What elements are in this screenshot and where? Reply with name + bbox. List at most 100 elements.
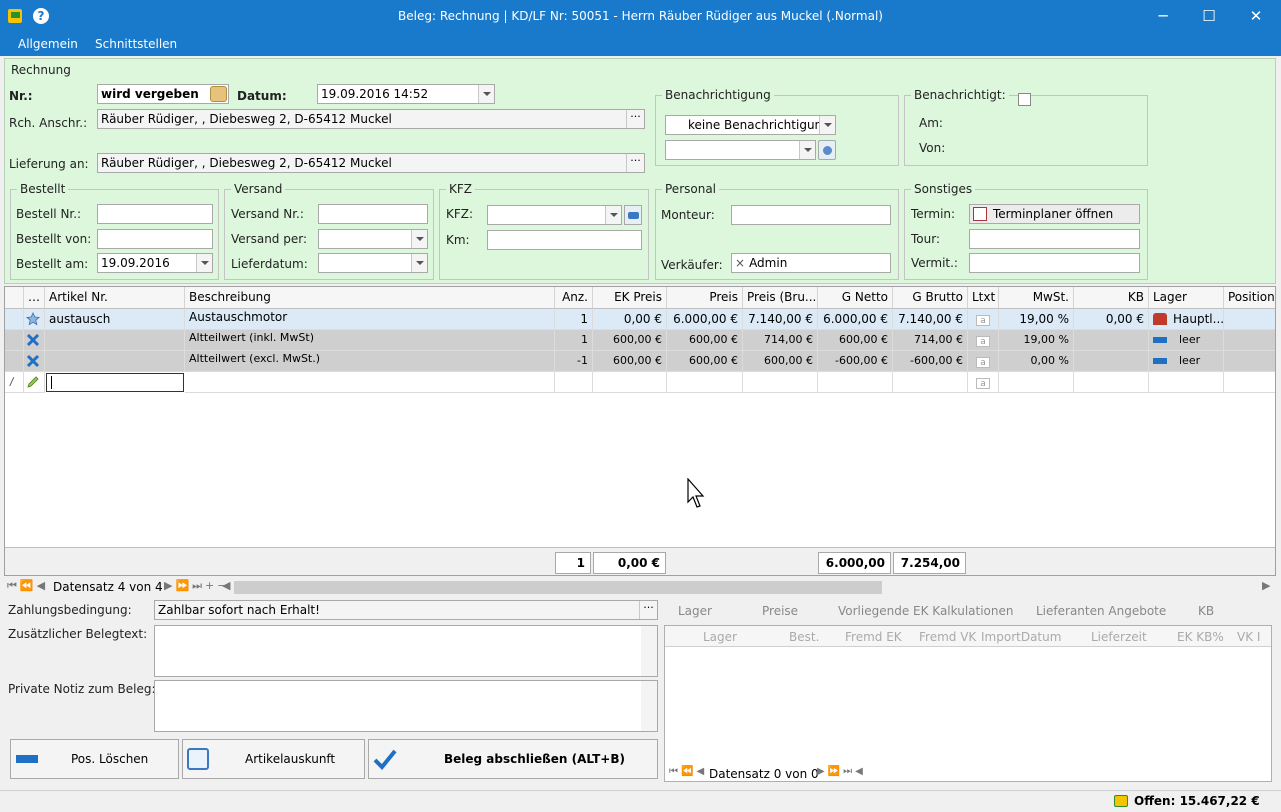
bestellt-am-input[interactable]: 19.09.2016 [97,253,213,273]
new-artikel-input[interactable] [46,373,184,392]
cell-anz[interactable]: 1 [555,330,593,351]
col-header-anz[interactable]: Anz. [555,287,593,309]
km-input[interactable] [487,230,642,250]
positions-grid[interactable]: … Artikel Nr. Beschreibung Anz. EK Preis… [4,286,1276,576]
side-grid[interactable]: Lager Best. Fremd EK Fremd VK ImportDatu… [664,625,1272,782]
ltxt-icon[interactable]: a [968,330,999,351]
cell-position[interactable] [1224,351,1275,372]
menu-schnittstellen[interactable]: Schnittstellen [95,37,177,51]
versand-per-select[interactable] [318,229,428,249]
versand-nr-input[interactable] [318,204,428,224]
bestell-nr-input[interactable] [97,204,213,224]
artikelauskunft-button[interactable]: Artikelauskunft [182,739,365,779]
cell-mwst[interactable]: 19,00 % [999,330,1074,351]
ltxt-icon[interactable]: a [968,351,999,372]
cell-ek-preis[interactable]: 0,00 € [593,309,667,330]
side-col-vk[interactable]: VK I [1237,630,1260,644]
cell-position[interactable] [1224,309,1275,330]
cell-beschreibung[interactable]: Altteilwert (inkl. MwSt) [185,330,555,351]
col-header-g-netto[interactable]: G Netto [818,287,893,309]
horizontal-scrollbar-thumb[interactable] [234,581,882,594]
cell-g-netto[interactable]: -600,00 € [818,351,893,372]
nav-first-prev-icons[interactable]: ⏮⏪◀ [7,579,48,593]
cell-preis-brutto[interactable]: 600,00 € [743,351,818,372]
side-col-ek-kb[interactable]: EK KB% [1177,630,1224,644]
chevron-down-icon[interactable] [411,254,427,272]
cell-lager[interactable]: Hauptl... [1149,309,1224,330]
cell-anz[interactable]: -1 [555,351,593,372]
ellipsis-button[interactable]: ··· [639,601,657,619]
tab-lager[interactable]: Lager [678,604,712,618]
side-col-fremd-vk[interactable]: Fremd VK [919,630,976,644]
cell-g-netto[interactable]: 600,00 € [818,330,893,351]
col-header-ltxt[interactable]: Ltxt [968,287,999,309]
cell-anz[interactable]: 1 [555,309,593,330]
cell-g-netto[interactable]: 6.000,00 € [818,309,893,330]
pos-loeschen-button[interactable]: Pos. Löschen [10,739,179,779]
scroll-left-icon[interactable]: ◀ [222,579,230,592]
benachrichtigt-checkbox[interactable] [1018,93,1031,106]
kfz-select[interactable] [487,205,622,225]
zusatz-textarea[interactable] [154,625,658,677]
cell-ek-preis[interactable]: 600,00 € [593,351,667,372]
cell-kb[interactable] [1074,330,1149,351]
terminplaner-button[interactable]: Terminplaner öffnen [969,204,1140,224]
vertical-scrollbar[interactable] [641,681,657,731]
side-col-importdatum[interactable]: ImportDatum [981,630,1061,644]
col-header-kb[interactable]: KB [1074,287,1149,309]
new-cell-ek[interactable] [593,372,667,393]
chevron-down-icon[interactable] [478,85,494,103]
col-header-preis[interactable]: Preis [667,287,743,309]
cell-lager[interactable]: leer [1149,351,1224,372]
verkaeufer-input[interactable]: × Admin [731,253,891,273]
minimize-button[interactable]: ─ [1140,0,1186,33]
side-nav-next-last-icons[interactable]: ▶⏩⏭◀ [817,766,866,777]
ellipsis-button[interactable]: ··· [626,110,644,128]
cell-beschreibung[interactable]: Austauschmotor [185,309,555,330]
cell-position[interactable] [1224,330,1275,351]
col-header-ek-preis[interactable]: EK Preis [593,287,667,309]
cell-preis[interactable]: 6.000,00 € [667,309,743,330]
cell-kb[interactable]: 0,00 € [1074,309,1149,330]
cell-mwst[interactable]: 19,00 % [999,309,1074,330]
tab-preise[interactable]: Preise [762,604,798,618]
col-header-preis-brutto[interactable]: Preis (Bru... [743,287,818,309]
nav-next-last-icons[interactable]: ▶⏩⏭+− [164,579,230,593]
new-cell-lager[interactable] [1149,372,1224,393]
side-col-lieferzeit[interactable]: Lieferzeit [1091,630,1147,644]
col-header-more[interactable]: … [24,287,45,309]
rch-anschr-input[interactable]: Räuber Rüdiger, , Diebesweg 2, D-65412 M… [97,109,645,129]
chevron-down-icon[interactable] [196,254,212,272]
new-cell-kb[interactable] [1074,372,1149,393]
vermit-input[interactable] [969,253,1140,273]
cell-kb[interactable] [1074,351,1149,372]
col-header-g-brutto[interactable]: G Brutto [893,287,968,309]
new-cell-gnetto[interactable] [818,372,893,393]
cell-g-brutto[interactable]: 7.140,00 € [893,309,968,330]
cell-artikel-nr[interactable] [45,351,185,372]
notiz-textarea[interactable] [154,680,658,732]
tab-kb[interactable]: KB [1198,604,1214,618]
col-header-mwst[interactable]: MwSt. [999,287,1074,309]
cell-lager[interactable]: leer [1149,330,1224,351]
side-col-fremd-ek[interactable]: Fremd EK [845,630,902,644]
maximize-button[interactable]: ☐ [1186,0,1232,33]
benachrichtigung-select[interactable]: keine Benachrichtigung [665,115,836,135]
new-cell-brutto[interactable] [743,372,818,393]
lieferdatum-input[interactable] [318,253,428,273]
bestellt-von-input[interactable] [97,229,213,249]
cell-ek-preis[interactable]: 600,00 € [593,330,667,351]
new-cell-beschreibung[interactable] [185,372,555,393]
new-cell-anz[interactable] [555,372,593,393]
scroll-right-icon[interactable]: ▶ [1262,579,1270,592]
cell-g-brutto[interactable]: 714,00 € [893,330,968,351]
cell-g-brutto[interactable]: -600,00 € [893,351,968,372]
side-nav-first-prev-icons[interactable]: ⏮⏪◀ [669,766,707,777]
cell-mwst[interactable]: 0,00 % [999,351,1074,372]
chevron-down-icon[interactable] [799,141,815,159]
side-col-best[interactable]: Best. [789,630,819,644]
col-header-lager[interactable]: Lager [1149,287,1224,309]
menu-allgemein[interactable]: Allgemein [18,37,78,51]
col-header-artikel-nr[interactable]: Artikel Nr. [45,287,185,309]
monteur-input[interactable] [731,205,891,225]
